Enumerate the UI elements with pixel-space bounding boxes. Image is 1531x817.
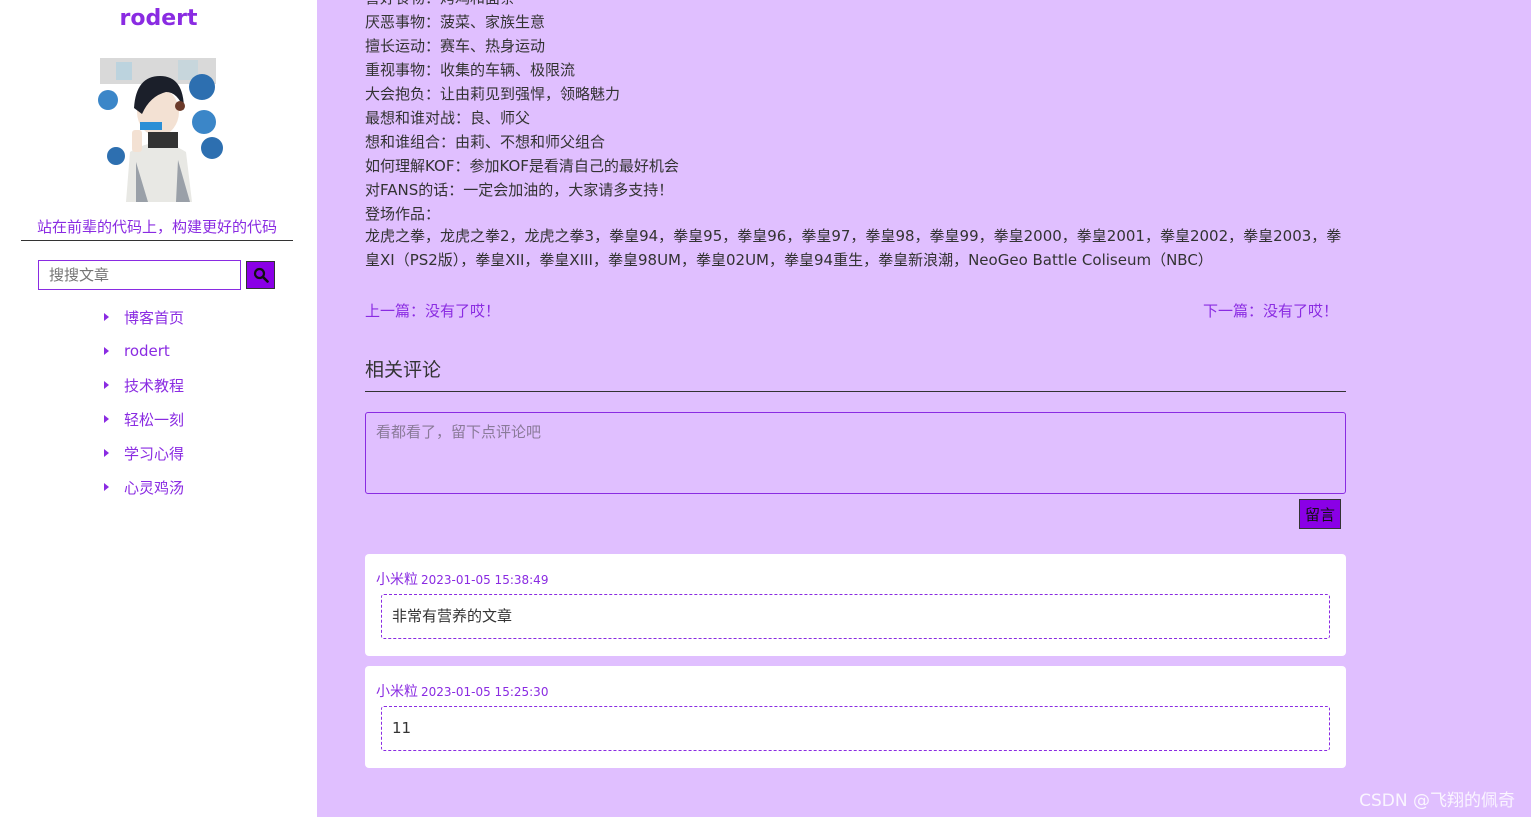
article-line: 大会抱负：让由莉见到强悍，领略魅力 [365, 85, 621, 103]
article-line: 想和谁组合：由莉、不想和师父组合 [365, 133, 606, 151]
article-line: 擅长运动：赛车、热身运动 [365, 37, 546, 55]
comment-user[interactable]: 小米粒 [376, 684, 418, 700]
sidebar-item-tutorials[interactable]: 技术教程 [102, 368, 184, 402]
article-line: 对FANS的话：一定会加油的，大家请多支持！ [365, 181, 674, 199]
sidebar-item-relax[interactable]: 轻松一刻 [102, 402, 184, 436]
article-line: 重视事物：收集的车辆、极限流 [365, 61, 576, 79]
submit-comment-button[interactable]: 留言 [1299, 499, 1341, 529]
watermark: CSDN @飞翔的佩奇 [1359, 791, 1515, 811]
sidebar-nav: 博客首页 rodert 技术教程 轻松一刻 学习心得 心灵鸡汤 [102, 300, 184, 504]
article-line: 厌恶事物：菠菜、家族生意 [365, 13, 546, 31]
comment-text: 非常有营养的文章 [381, 594, 1330, 639]
comment-input[interactable] [365, 412, 1346, 494]
caret-right-icon [104, 415, 109, 423]
caret-right-icon [104, 347, 109, 355]
sidebar-item-home[interactable]: 博客首页 [102, 300, 184, 334]
sidebar-item-label: rodert [124, 342, 170, 360]
comments-title: 相关评论 [365, 355, 1346, 392]
article-body: 喜好食物：烤鸡和面条 厌恶事物：菠菜、家族生意 擅长运动：赛车、热身运动 重视事… [365, 0, 1346, 226]
sidebar-item-soup[interactable]: 心灵鸡汤 [102, 470, 184, 504]
article-line: 如何理解KOF：参加KOF是看清自己的最好机会 [365, 157, 679, 175]
sidebar: rodert 站在前辈的代码上，构建更好的代码 博客首页 rodert 技术教程… [0, 0, 317, 817]
caret-right-icon [104, 483, 109, 491]
comment-meta: 小米粒 2023-01-05 15:25:30 [376, 681, 548, 701]
sidebar-item-learning[interactable]: 学习心得 [102, 436, 184, 470]
sidebar-item-label: 博客首页 [124, 308, 185, 327]
comment-meta: 小米粒 2023-01-05 15:38:49 [376, 569, 548, 589]
comment-card: 小米粒 2023-01-05 15:38:49 非常有营养的文章 [365, 554, 1346, 656]
caret-right-icon [104, 449, 109, 457]
caret-right-icon [104, 381, 109, 389]
comment-user[interactable]: 小米粒 [376, 572, 418, 588]
next-article-link[interactable]: 下一篇：没有了哎！ [1203, 300, 1338, 321]
article-line: 登场作品： [365, 205, 441, 223]
comment-time: 2023-01-05 15:38:49 [421, 573, 549, 587]
article-line: 喜好食物：烤鸡和面条 [365, 0, 1346, 10]
search-input[interactable] [38, 260, 241, 290]
prev-article-link[interactable]: 上一篇：没有了哎！ [365, 300, 500, 321]
sidebar-item-label: 学习心得 [124, 444, 185, 463]
caret-right-icon [104, 313, 109, 321]
article-works: 龙虎之拳，龙虎之拳2，龙虎之拳3，拳皇94，拳皇95，拳皇96，拳皇97，拳皇9… [365, 227, 1342, 269]
sidebar-item-rodert[interactable]: rodert [102, 334, 184, 368]
comment-text: 11 [381, 706, 1330, 751]
blog-name[interactable]: rodert [0, 6, 317, 31]
search-icon [253, 267, 269, 283]
avatar [98, 58, 223, 202]
comment-card: 小米粒 2023-01-05 15:25:30 11 [365, 666, 1346, 768]
comment-time: 2023-01-05 15:25:30 [421, 685, 549, 699]
sidebar-item-label: 轻松一刻 [124, 410, 185, 429]
blog-slogan: 站在前辈的代码上，构建更好的代码 [21, 216, 293, 241]
sidebar-item-label: 心灵鸡汤 [124, 478, 185, 497]
article-line: 最想和谁对战：良、师父 [365, 109, 531, 127]
search-button[interactable] [246, 261, 275, 289]
sidebar-item-label: 技术教程 [124, 376, 185, 395]
